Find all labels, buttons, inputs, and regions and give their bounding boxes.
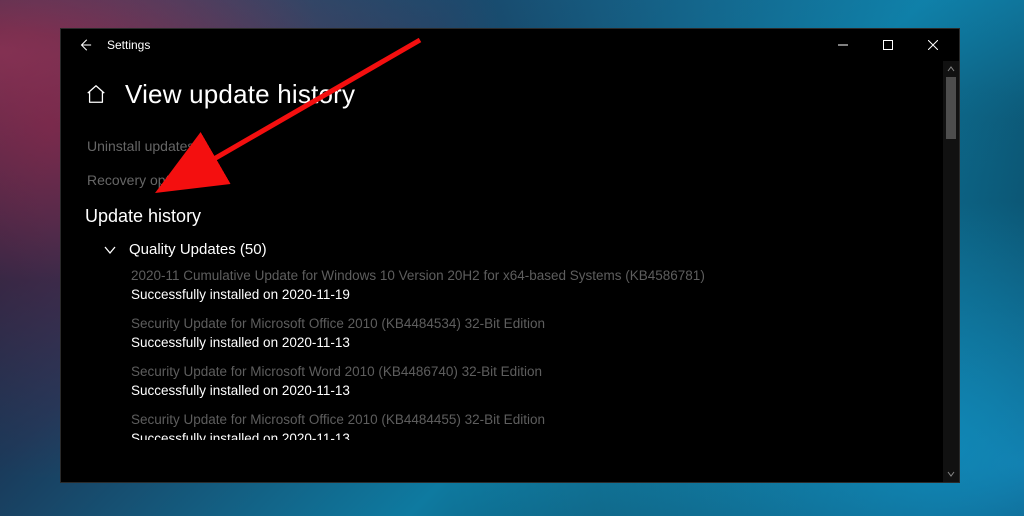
list-item: Security Update for Microsoft Word 2010 … <box>131 364 919 398</box>
scroll-thumb[interactable] <box>946 77 956 139</box>
update-status: Successfully installed on 2020-11-13 <box>131 383 919 398</box>
minimize-icon <box>838 40 848 50</box>
list-item: 2020-11 Cumulative Update for Windows 10… <box>131 268 919 302</box>
quality-updates-label: Quality Updates (50) <box>129 241 267 258</box>
scroll-down-button[interactable] <box>943 466 959 482</box>
maximize-icon <box>883 40 893 50</box>
page-title: View update history <box>125 79 355 110</box>
back-arrow-icon <box>78 38 92 52</box>
update-history-heading: Update history <box>85 206 919 227</box>
update-link[interactable]: Security Update for Microsoft Office 201… <box>131 412 919 427</box>
update-link[interactable]: 2020-11 Cumulative Update for Windows 10… <box>131 268 919 283</box>
close-icon <box>928 40 938 50</box>
home-button[interactable] <box>85 83 109 107</box>
update-link[interactable]: Security Update for Microsoft Word 2010 … <box>131 364 919 379</box>
page-content: View update history Uninstall updates Re… <box>61 61 943 482</box>
update-status: Successfully installed on 2020-11-19 <box>131 287 919 302</box>
chevron-down-icon <box>947 470 955 478</box>
close-button[interactable] <box>910 29 955 61</box>
recovery-options-link[interactable]: Recovery options <box>87 172 919 188</box>
uninstall-updates-link[interactable]: Uninstall updates <box>87 138 919 154</box>
update-status: Successfully installed on 2020-11-13 <box>131 431 919 440</box>
home-icon <box>85 83 107 105</box>
scroll-up-button[interactable] <box>943 61 959 77</box>
chevron-up-icon <box>947 65 955 73</box>
settings-window: Settings View u <box>61 29 959 482</box>
quality-updates-toggle[interactable]: Quality Updates (50) <box>103 237 919 262</box>
vertical-scrollbar[interactable] <box>943 61 959 482</box>
updates-list: 2020-11 Cumulative Update for Windows 10… <box>131 268 919 440</box>
chevron-down-icon <box>103 243 117 257</box>
list-item: Security Update for Microsoft Office 201… <box>131 412 919 440</box>
update-status: Successfully installed on 2020-11-13 <box>131 335 919 350</box>
update-link[interactable]: Security Update for Microsoft Office 201… <box>131 316 919 331</box>
window-title: Settings <box>107 38 150 52</box>
maximize-button[interactable] <box>865 29 910 61</box>
titlebar: Settings <box>61 29 959 61</box>
list-item: Security Update for Microsoft Office 201… <box>131 316 919 350</box>
minimize-button[interactable] <box>820 29 865 61</box>
back-button[interactable] <box>67 29 103 61</box>
